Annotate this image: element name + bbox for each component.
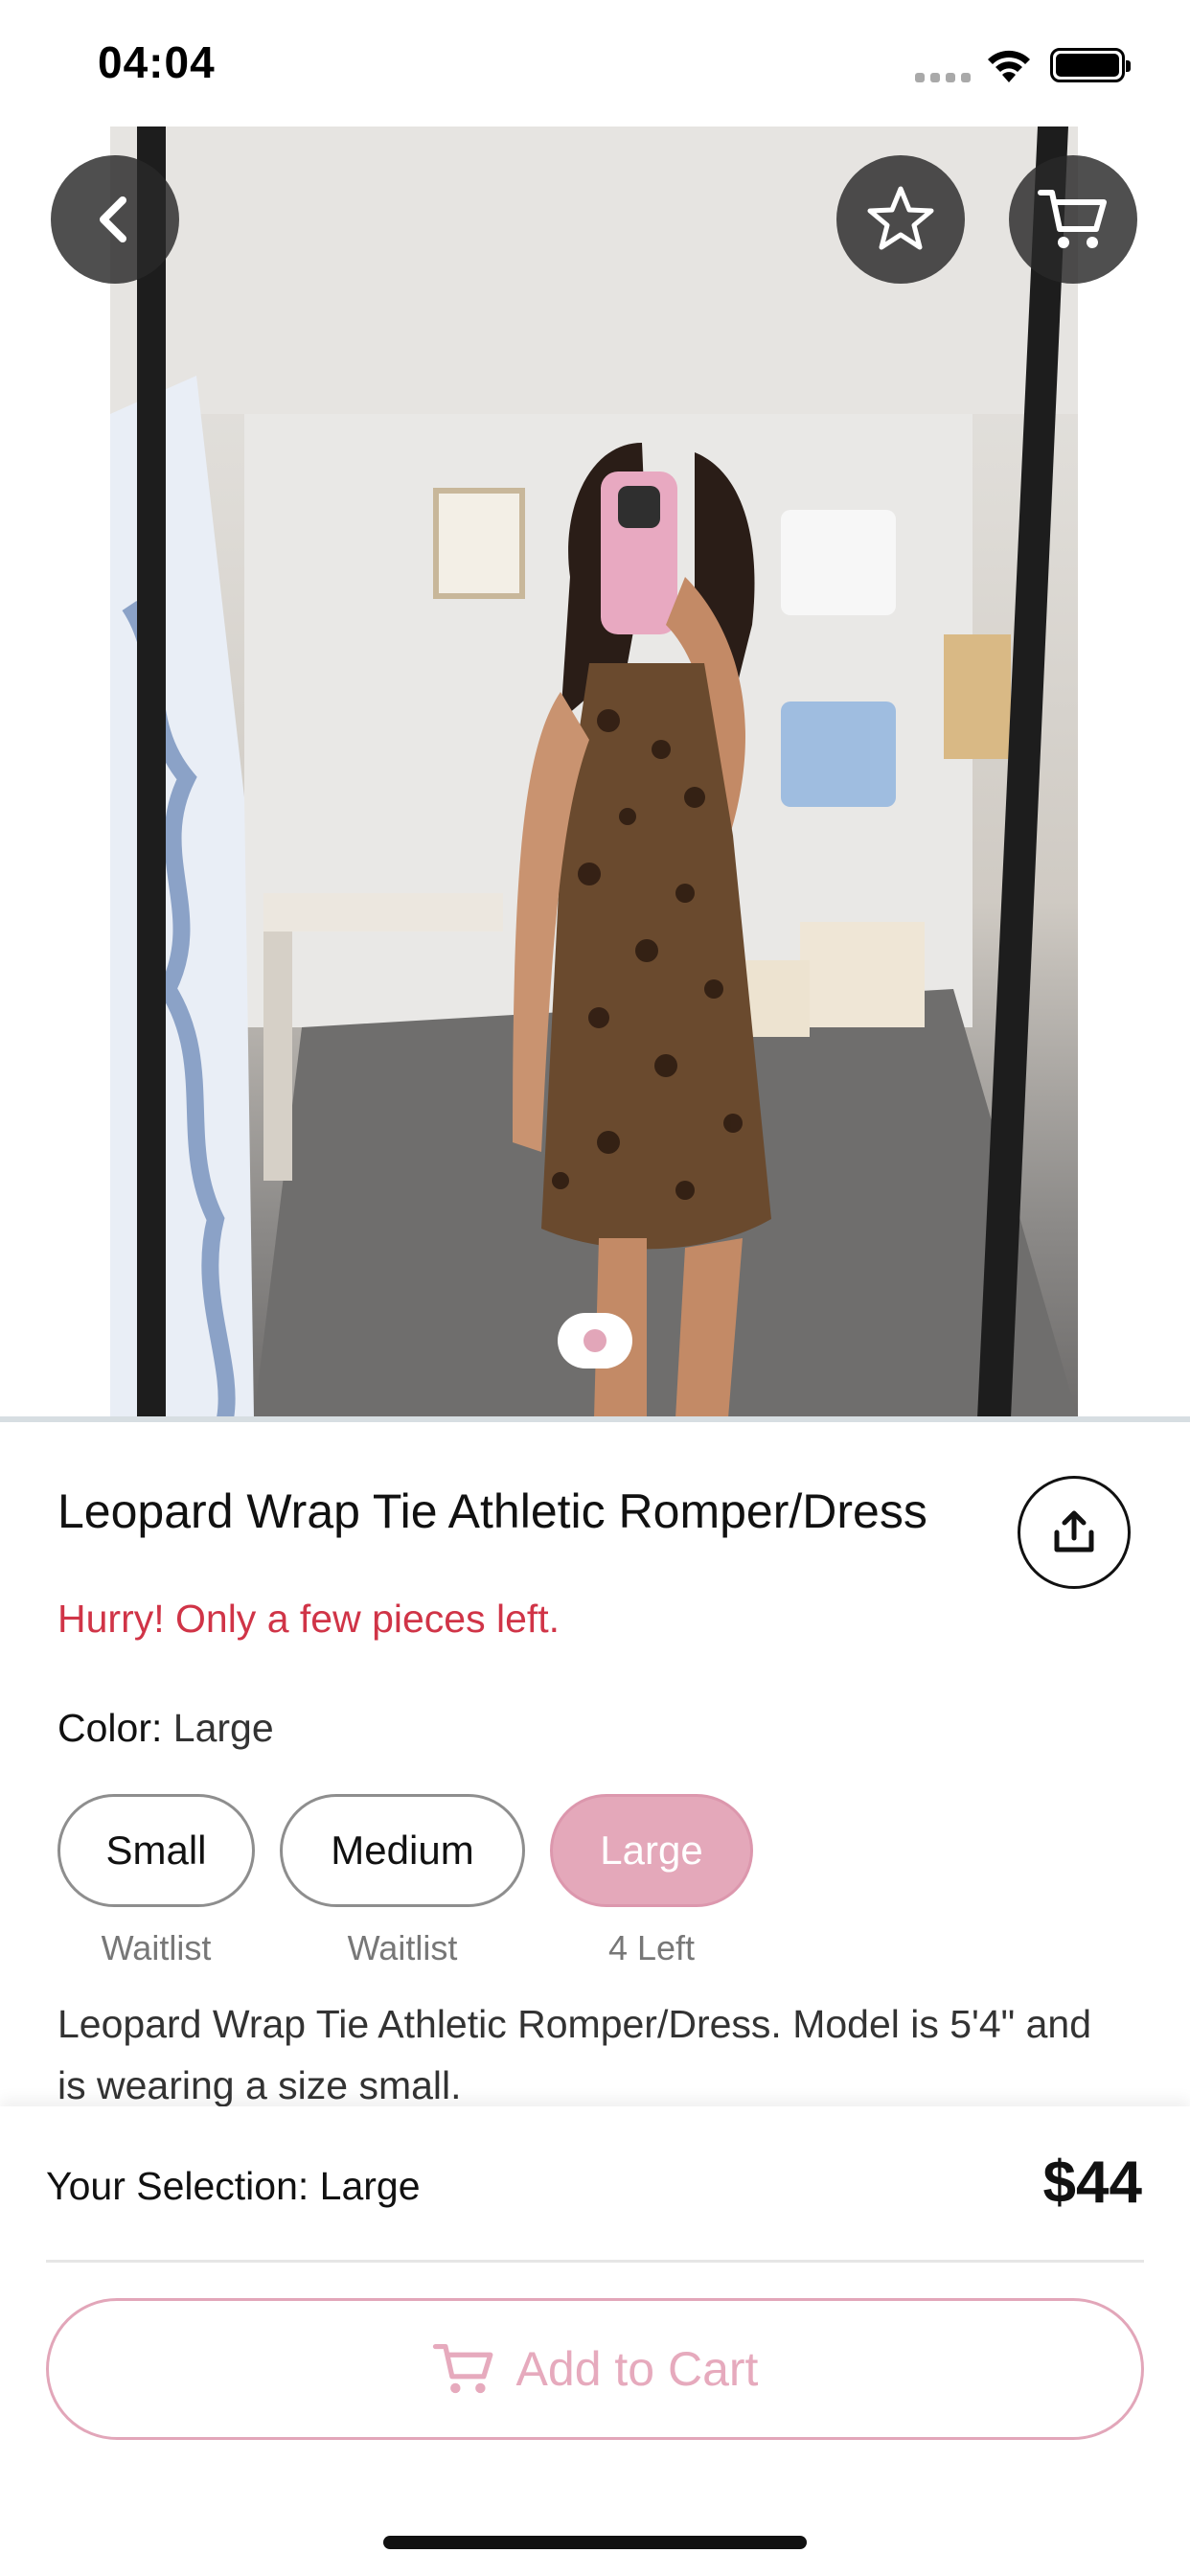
purchase-panel: Your Selection: Large $44 Add to Cart xyxy=(0,2106,1190,2576)
add-to-cart-label: Add to Cart xyxy=(515,2342,759,2396)
size-small-status: Waitlist xyxy=(101,1928,212,1967)
size-option-large: Large 4 Left xyxy=(550,1794,753,1968)
status-time: 04:04 xyxy=(98,37,216,87)
product-description: Leopard Wrap Tie Athletic Romper/Dress. … xyxy=(57,2002,1092,2106)
cart-button[interactable] xyxy=(1009,155,1137,284)
size-selector: Small Waitlist Medium Waitlist Large 4 L… xyxy=(57,1794,753,1968)
cellular-signal-icon xyxy=(915,73,971,82)
favorite-button[interactable] xyxy=(836,155,965,284)
back-button[interactable] xyxy=(51,155,179,284)
size-medium-status: Waitlist xyxy=(347,1928,458,1967)
size-large-status: 4 Left xyxy=(607,1928,696,1967)
option-label: Color: Large xyxy=(57,1706,274,1751)
size-small-button[interactable]: Small xyxy=(57,1794,255,1907)
stock-urgency-message: Hurry! Only a few pieces left. xyxy=(57,1597,561,1641)
size-medium-button[interactable]: Medium xyxy=(280,1794,525,1907)
size-large-button[interactable]: Large xyxy=(550,1794,753,1907)
size-option-medium: Medium Waitlist xyxy=(280,1794,525,1968)
selection-summary: Your Selection: Large xyxy=(46,2164,421,2208)
product-price: $44 xyxy=(1042,2150,1142,2216)
cart-icon xyxy=(1038,190,1107,248)
size-option-small: Small Waitlist xyxy=(57,1794,255,1968)
option-label-text: Color: xyxy=(57,1706,163,1750)
product-photo[interactable] xyxy=(110,126,1078,1418)
image-pager[interactable] xyxy=(558,1313,632,1368)
pager-dot-active xyxy=(584,1329,606,1352)
product-photo-illustration xyxy=(110,126,1078,1418)
star-outline-icon xyxy=(867,186,934,250)
share-icon xyxy=(1054,1510,1094,1552)
battery-icon xyxy=(1050,48,1131,82)
status-bar: 04:04 xyxy=(0,0,1190,126)
add-to-cart-button[interactable]: Add to Cart xyxy=(46,2298,1144,2440)
option-selected-value: Large xyxy=(172,1706,274,1750)
product-title: Leopard Wrap Tie Athletic Romper/Dress xyxy=(57,1484,927,1538)
panel-divider xyxy=(46,2260,1144,2263)
hero-divider xyxy=(0,1416,1190,1422)
cart-icon xyxy=(432,2343,492,2394)
wifi-icon xyxy=(988,50,1030,82)
chevron-left-icon xyxy=(100,196,126,242)
home-indicator[interactable] xyxy=(383,2536,807,2549)
share-button[interactable] xyxy=(1018,1476,1131,1589)
